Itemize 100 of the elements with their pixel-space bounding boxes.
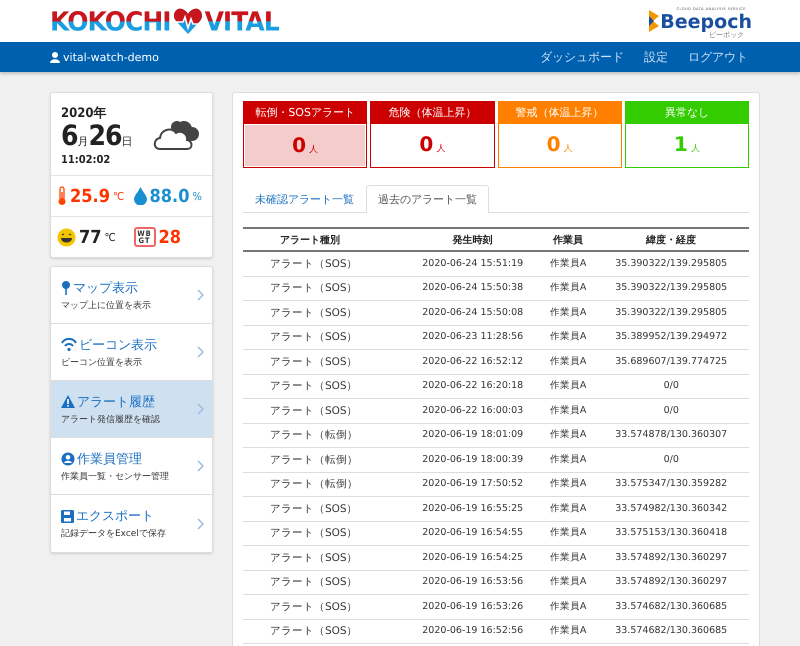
table-cell: 作業員A	[542, 448, 594, 472]
table-cell: アラート（SOS）	[243, 521, 403, 546]
table-cell: 2020-06-19 16:54:55	[402, 521, 543, 546]
menu-subtitle: 作業員一覧・センサー管理	[61, 470, 170, 482]
table-cell: 33.574878/130.360307	[593, 423, 749, 448]
column-header: 発生時刻	[402, 228, 543, 251]
table-cell: アラート（SOS）	[243, 496, 403, 521]
table-cell: アラート（SOS）	[243, 546, 403, 570]
heart-icon	[172, 7, 203, 35]
table-cell: 2020-06-19 18:01:09	[402, 423, 543, 448]
nav-link[interactable]: ダッシュボード	[540, 48, 624, 66]
table-cell: 作業員A	[542, 398, 594, 423]
table-cell: 2020-06-22 16:20:18	[402, 374, 543, 398]
table-cell: 2020-06-19 16:55:25	[402, 496, 543, 521]
menu-subtitle: アラート発信履歴を確認	[61, 414, 161, 426]
temperature-unit: ℃	[112, 190, 124, 202]
status-unit: 人	[436, 142, 446, 156]
status-count: 0	[292, 132, 306, 159]
humidity-value: 88.0	[150, 186, 190, 206]
wifi-icon	[61, 338, 77, 351]
table-cell: 0/0	[593, 398, 749, 423]
table-cell: 作業員A	[542, 521, 594, 546]
table-cell: 作業員A	[542, 350, 594, 374]
column-header: アラート種別	[243, 228, 403, 251]
user-icon	[61, 452, 75, 466]
table-cell: 2020-06-19 16:54:25	[402, 546, 543, 570]
nav-link[interactable]: ログアウト	[688, 48, 748, 66]
table-cell: アラート（SOS）	[243, 570, 403, 594]
menu-subtitle: ビーコン位置を表示	[61, 356, 143, 368]
table-cell: 35.390322/139.295805	[593, 276, 749, 300]
smiley-icon	[57, 228, 76, 246]
table-cell: 35.389952/139.294972	[593, 325, 749, 350]
brand-name: Beepoch	[660, 12, 752, 32]
table-cell: 作業員A	[542, 619, 594, 644]
table-cell: 0/0	[593, 374, 749, 398]
table-cell: アラート（転倒）	[243, 448, 403, 472]
menu-title: エクスポート	[76, 508, 154, 525]
table-cell: 33.574892/130.360297	[593, 546, 749, 570]
table-cell: 作業員A	[542, 594, 594, 619]
sidebar-item[interactable]: アラート履歴 アラート発信履歴を確認	[51, 381, 212, 438]
chevron-right-icon	[197, 403, 204, 415]
sidebar-item[interactable]: 作業員管理 作業員一覧・センサー管理	[51, 438, 212, 495]
status-count: 0	[419, 131, 434, 158]
table-cell: 33.574892/130.360297	[593, 570, 749, 594]
chevron-right-icon	[197, 460, 204, 472]
warning-icon	[61, 395, 75, 408]
user-name: vital-watch-demo	[63, 50, 159, 64]
pin-icon	[61, 280, 71, 294]
time-text: 11:02:02	[61, 153, 112, 166]
table-cell: 35.390322/139.295805	[593, 300, 749, 325]
table-cell: 33.574682/130.360685	[593, 594, 749, 619]
month-unit: 月	[78, 136, 89, 147]
menu-title: 作業員管理	[77, 450, 142, 468]
brand-logo-icon	[649, 10, 660, 32]
status-unit: 人	[690, 142, 700, 156]
nav-link[interactable]: 設定	[644, 48, 668, 66]
table-cell: 2020-06-19 16:52:56	[402, 619, 543, 644]
table-cell: 作業員A	[542, 276, 594, 300]
table-cell: 33.574682/130.360685	[593, 619, 749, 644]
status-unit: 人	[564, 142, 573, 156]
table-cell: アラート（SOS）	[243, 374, 403, 398]
table-cell: アラート（転倒）	[243, 472, 403, 496]
table-cell: 2020-06-22 16:00:03	[402, 398, 543, 423]
column-header: 緯度・経度	[593, 228, 749, 251]
table-cell: 35.689607/139.774725	[593, 350, 749, 374]
status-count: 0	[546, 131, 561, 158]
table-cell: 2020-06-23 11:28:56	[402, 325, 543, 350]
tab[interactable]: 未確認アラート一覧	[243, 185, 366, 213]
day-text: 26	[88, 122, 122, 150]
sidebar-item[interactable]: マップ表示 マップ上に位置を表示	[51, 267, 212, 324]
sidebar-item[interactable]: エクスポート 記録データをExcelで保存	[51, 495, 212, 552]
status-card-title: 転倒・SOSアラート	[244, 102, 366, 124]
table-cell: アラート（SOS）	[243, 398, 403, 423]
table-cell: 2020-06-19 17:50:52	[402, 472, 543, 496]
save-icon	[61, 510, 74, 522]
menu-title: ビーコン表示	[79, 336, 157, 354]
year-text: 2020年	[61, 105, 108, 122]
table-cell: 2020-06-24 15:50:38	[402, 276, 543, 300]
menu-subtitle: マップ上に位置を表示	[61, 299, 152, 312]
table-cell: 作業員A	[542, 472, 594, 496]
table-cell: 33.575347/130.359282	[593, 472, 749, 496]
table-cell: アラート（SOS）	[243, 325, 403, 350]
menu-title: アラート履歴	[77, 394, 155, 410]
temperature-value: 25.9	[70, 186, 110, 206]
table-cell: 2020-06-19 16:53:56	[402, 570, 543, 594]
sidebar-item[interactable]: ビーコン表示 ビーコン位置を表示	[51, 324, 212, 381]
humidity-unit: %	[192, 190, 202, 202]
user-icon	[50, 52, 60, 62]
table-cell: アラート（SOS）	[243, 594, 403, 619]
table-cell: アラート（SOS）	[243, 300, 403, 325]
tab[interactable]: 過去のアラート一覧	[366, 185, 489, 213]
month-text: 6	[61, 122, 78, 150]
table-cell: アラート（転倒）	[243, 423, 403, 448]
table-cell: アラート（SOS）	[243, 350, 403, 374]
table-cell: 2020-06-22 16:52:12	[402, 350, 543, 374]
table-cell: 作業員A	[542, 496, 594, 521]
table-cell: 作業員A	[542, 251, 594, 276]
table-cell: アラート（SOS）	[243, 276, 403, 300]
table-cell: 0/0	[593, 448, 749, 472]
chevron-right-icon	[197, 289, 204, 301]
